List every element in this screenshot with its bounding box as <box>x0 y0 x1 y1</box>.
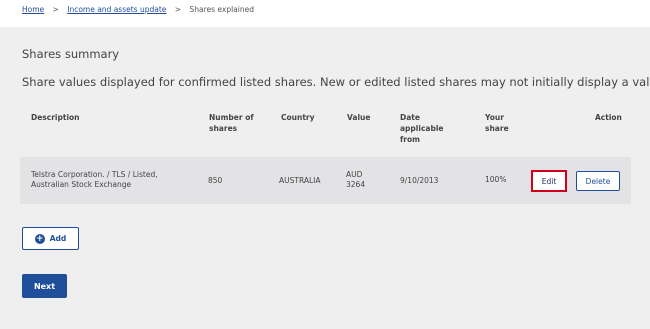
header-number-of-shares: Number of shares <box>209 112 254 134</box>
edit-button[interactable]: Edit <box>531 170 567 192</box>
breadcrumb-home-link[interactable]: Home <box>22 5 44 14</box>
delete-button[interactable]: Delete <box>576 171 620 191</box>
cell-description-line-2: Australian Stock Exchange <box>31 180 132 189</box>
page-title: Shares summary <box>22 47 120 61</box>
cell-description: Telstra Corporation. / TLS / Listed, Aus… <box>31 170 158 190</box>
cell-value: AUD 3264 <box>346 170 365 190</box>
header-number-line-2: shares <box>209 124 238 133</box>
header-date-applicable-from: Date applicable from <box>400 112 443 145</box>
header-country: Country <box>281 113 315 122</box>
breadcrumb-current: Shares explained <box>189 5 254 14</box>
header-share-line-1: Your <box>485 113 504 122</box>
breadcrumb-separator: > <box>174 5 182 14</box>
cell-country: AUSTRALIA <box>279 176 321 185</box>
summary-text: Share values displayed for confirmed lis… <box>22 75 650 89</box>
header-date-line-2: applicable <box>400 124 444 133</box>
cell-value-amount: 3264 <box>346 180 366 189</box>
header-value: Value <box>347 113 371 122</box>
cell-value-currency: AUD <box>346 170 363 179</box>
breadcrumb: Home > Income and assets update > Shares… <box>0 0 650 27</box>
breadcrumb-separator: > <box>52 5 59 14</box>
header-action: Action <box>595 113 622 122</box>
header-description: Description <box>31 113 80 122</box>
cell-date: 9/10/2013 <box>400 176 439 185</box>
plus-circle-icon: + <box>34 233 45 244</box>
header-number-line-1: Number of <box>209 113 254 122</box>
header-date-line-1: Date <box>400 113 420 122</box>
main-content: Shares summary Share values displayed fo… <box>0 27 650 329</box>
add-button[interactable]: + Add <box>22 227 79 250</box>
next-button[interactable]: Next <box>22 274 67 298</box>
header-share-line-2: share <box>485 124 509 133</box>
cell-number-of-shares: 850 <box>208 176 223 185</box>
cell-description-line-1: Telstra Corporation. / TLS / Listed, <box>31 170 158 179</box>
header-date-line-3: from <box>400 135 420 144</box>
breadcrumb-income-assets-link[interactable]: Income and assets update <box>67 5 166 14</box>
cell-your-share: 100% <box>485 175 507 184</box>
header-your-share: Your share <box>485 112 509 134</box>
add-button-label: Add <box>49 234 67 243</box>
